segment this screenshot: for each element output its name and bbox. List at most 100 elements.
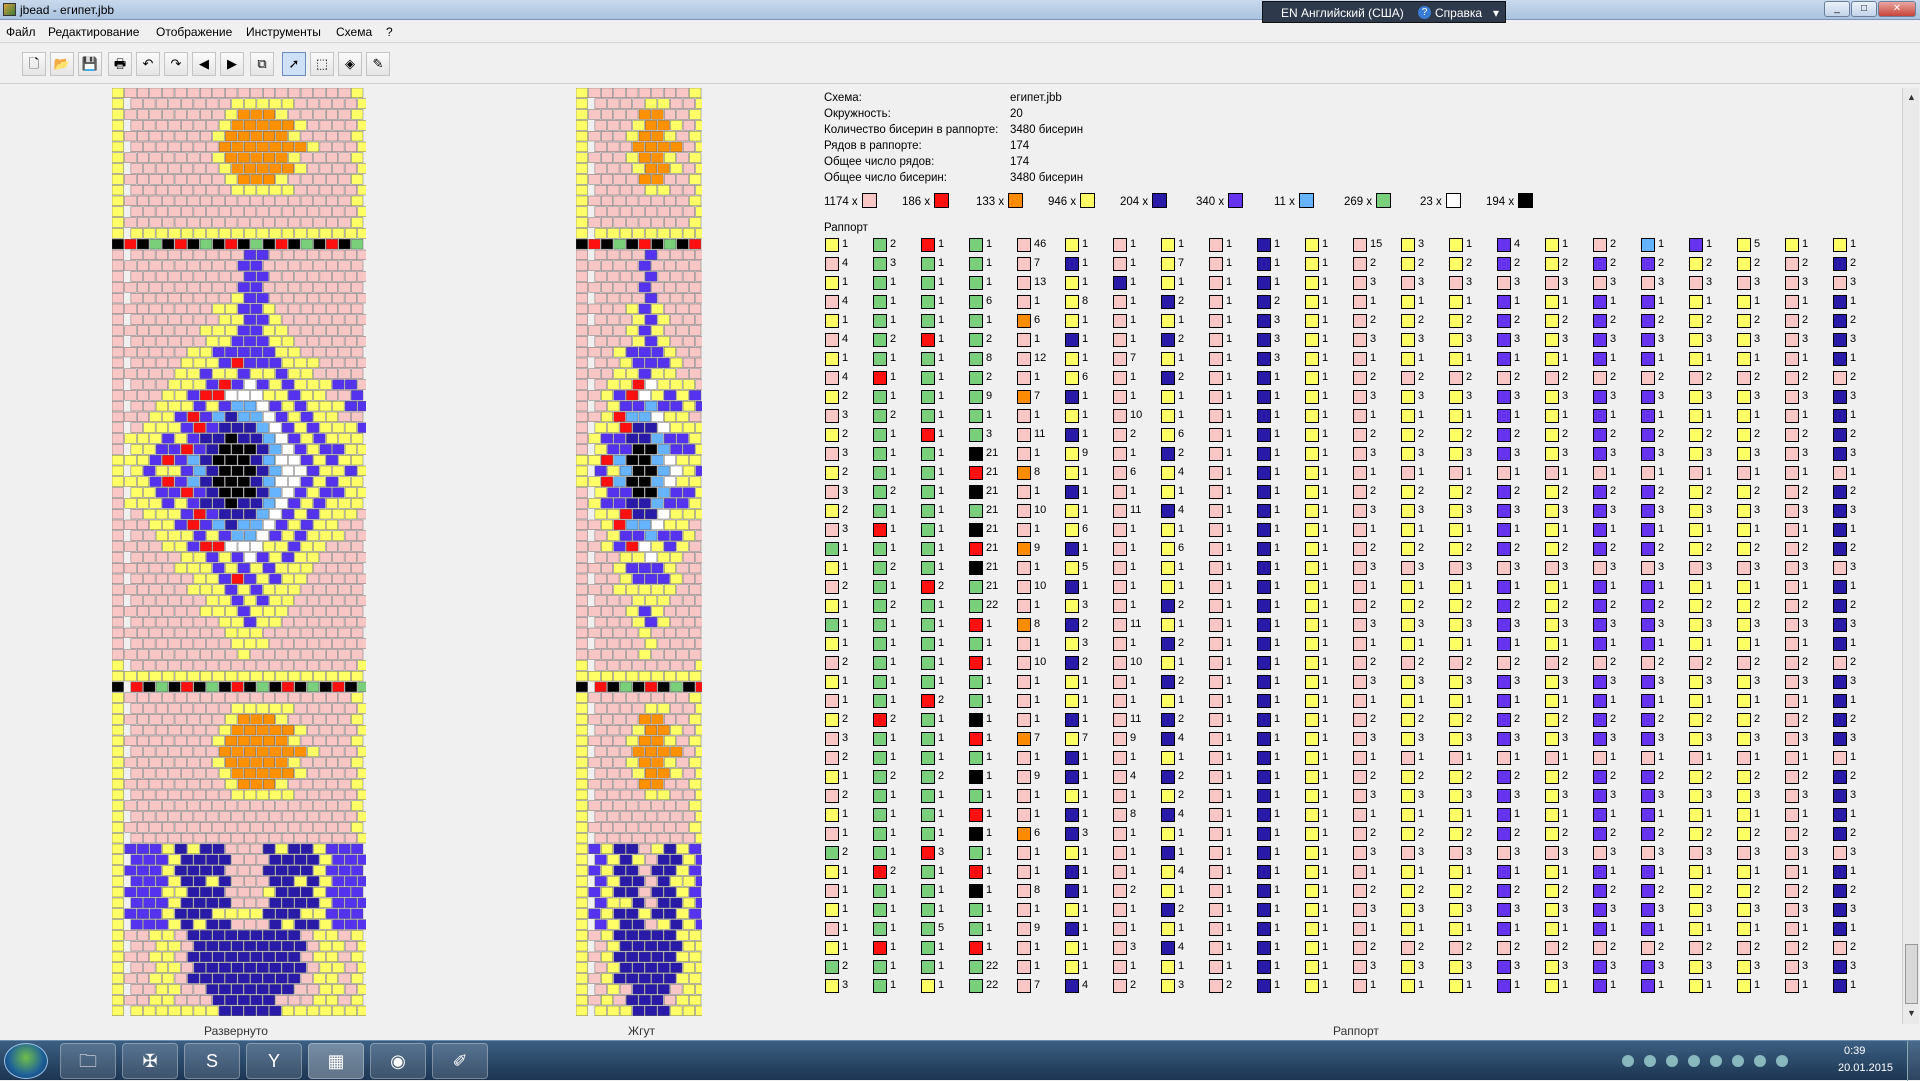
bead[interactable] [307, 617, 319, 627]
bead[interactable] [677, 930, 689, 940]
bead[interactable] [326, 585, 338, 595]
bead[interactable] [181, 639, 193, 649]
bead[interactable] [270, 488, 282, 498]
bead[interactable] [314, 801, 326, 811]
bead[interactable] [671, 293, 683, 303]
bead[interactable] [652, 520, 664, 530]
bead[interactable] [696, 812, 702, 822]
bead[interactable] [639, 974, 651, 984]
bead[interactable] [150, 671, 162, 681]
bead[interactable] [601, 304, 613, 314]
bead[interactable] [288, 239, 300, 249]
bead[interactable] [696, 207, 702, 217]
bead[interactable] [213, 88, 225, 98]
bead[interactable] [244, 855, 256, 865]
bead[interactable] [207, 596, 219, 606]
bead[interactable] [144, 1006, 156, 1016]
bead[interactable] [358, 812, 366, 822]
bead[interactable] [276, 218, 288, 228]
bead[interactable] [633, 682, 645, 692]
bead[interactable] [251, 542, 263, 552]
bead[interactable] [200, 779, 212, 789]
bead[interactable] [144, 293, 156, 303]
bead[interactable] [639, 88, 651, 98]
bead[interactable] [194, 812, 206, 822]
bead[interactable] [219, 552, 231, 562]
bead[interactable] [175, 261, 187, 271]
bead[interactable] [576, 714, 588, 724]
bead[interactable] [671, 596, 683, 606]
bead[interactable] [213, 261, 225, 271]
bead[interactable] [664, 153, 676, 163]
bead[interactable] [194, 876, 206, 886]
bead[interactable] [232, 207, 244, 217]
bead[interactable] [576, 574, 588, 584]
bead[interactable] [257, 531, 269, 541]
bead[interactable] [589, 995, 601, 1005]
bead[interactable] [601, 671, 613, 681]
bead[interactable] [131, 423, 143, 433]
bead[interactable] [333, 639, 345, 649]
bead[interactable] [175, 282, 187, 292]
bead[interactable] [288, 628, 300, 638]
bead[interactable] [244, 444, 256, 454]
bead[interactable] [219, 920, 231, 930]
bead[interactable] [677, 520, 689, 530]
bead[interactable] [276, 498, 288, 508]
bead[interactable] [320, 358, 332, 368]
bead[interactable] [358, 704, 366, 714]
bead[interactable] [608, 574, 620, 584]
bead[interactable] [257, 1006, 269, 1016]
bead[interactable] [225, 844, 237, 854]
bead[interactable] [576, 682, 588, 692]
bead[interactable] [263, 736, 275, 746]
bead[interactable] [626, 131, 638, 141]
bead[interactable] [276, 347, 288, 357]
bead[interactable] [112, 704, 124, 714]
bead[interactable] [251, 779, 263, 789]
bead[interactable] [295, 790, 307, 800]
bead[interactable] [181, 876, 193, 886]
bead[interactable] [263, 326, 275, 336]
bead[interactable] [314, 952, 326, 962]
bead[interactable] [112, 606, 124, 616]
bead[interactable] [219, 207, 231, 217]
bead[interactable] [358, 315, 366, 325]
bead[interactable] [358, 509, 366, 519]
bead[interactable] [639, 326, 651, 336]
bead[interactable] [225, 801, 237, 811]
bead[interactable] [131, 552, 143, 562]
bead[interactable] [144, 531, 156, 541]
bead[interactable] [232, 99, 244, 109]
bead[interactable] [589, 714, 601, 724]
bead[interactable] [683, 207, 695, 217]
bead[interactable] [194, 1006, 206, 1016]
bead[interactable] [219, 272, 231, 282]
bead[interactable] [282, 466, 294, 476]
bead[interactable] [156, 747, 168, 757]
bead[interactable] [639, 239, 651, 249]
bead[interactable] [576, 434, 588, 444]
bead[interactable] [207, 509, 219, 519]
bead[interactable] [358, 920, 366, 930]
bead[interactable] [131, 444, 143, 454]
bead[interactable] [244, 747, 256, 757]
bead[interactable] [576, 293, 588, 303]
bead[interactable] [112, 120, 124, 130]
bead[interactable] [608, 552, 620, 562]
bead[interactable] [169, 660, 181, 670]
bead[interactable] [320, 660, 332, 670]
bead[interactable] [671, 812, 683, 822]
bead[interactable] [219, 358, 231, 368]
bead[interactable] [677, 650, 689, 660]
bead[interactable] [213, 671, 225, 681]
bead[interactable] [263, 304, 275, 314]
bead[interactable] [658, 228, 670, 238]
bead[interactable] [333, 812, 345, 822]
bead[interactable] [282, 574, 294, 584]
bead[interactable] [162, 347, 174, 357]
bead[interactable] [608, 639, 620, 649]
bead[interactable] [307, 401, 319, 411]
bead[interactable] [238, 671, 250, 681]
bead[interactable] [576, 660, 588, 670]
